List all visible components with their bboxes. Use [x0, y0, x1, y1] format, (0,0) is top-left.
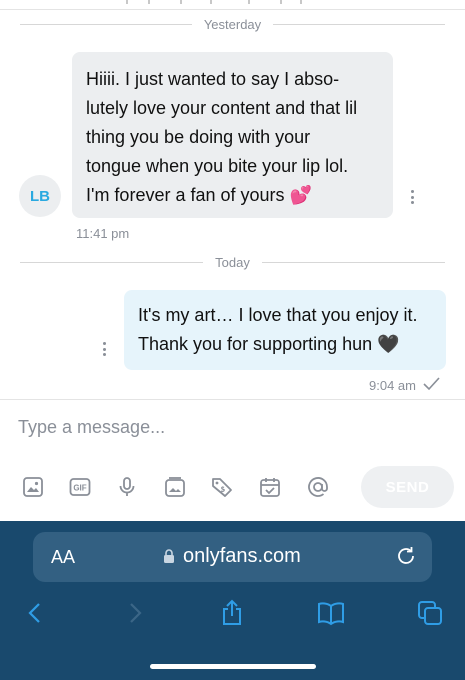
message-options-icon[interactable] — [98, 340, 110, 358]
forward-icon[interactable] — [118, 596, 152, 630]
message-options-icon[interactable] — [406, 188, 418, 206]
mention-icon[interactable] — [305, 474, 331, 500]
address-bar[interactable]: AA onlyfans.com — [33, 532, 432, 582]
url-display[interactable]: onlyfans.com — [163, 545, 301, 568]
calendar-icon[interactable] — [257, 474, 283, 500]
microphone-icon[interactable] — [114, 474, 140, 500]
gif-icon[interactable]: GIF — [67, 474, 93, 500]
gif-label: GIF — [73, 484, 86, 493]
tabs-icon[interactable] — [413, 596, 447, 630]
price-tag-icon[interactable] — [209, 474, 235, 500]
message-line: lutely love your content and that lil — [86, 98, 358, 118]
home-indicator[interactable] — [150, 664, 316, 669]
reader-settings-button[interactable]: AA — [51, 547, 75, 568]
message-timestamp: 9:04 am — [369, 378, 416, 393]
incoming-message-bubble[interactable]: Hiiii. I just wanted to say I abso- lute… — [72, 52, 393, 218]
message-line: I'm forever a fan of yours 💕 — [86, 185, 312, 205]
share-icon[interactable] — [215, 596, 249, 630]
image-icon[interactable] — [20, 474, 46, 500]
vault-icon[interactable] — [162, 474, 188, 500]
message-input[interactable] — [18, 412, 438, 442]
lock-icon — [164, 549, 174, 563]
send-button[interactable]: SEND — [361, 466, 454, 508]
message-line: thing you be doing with your — [86, 127, 311, 147]
message-line: tongue when you bite your lip lol. — [86, 156, 349, 176]
date-divider-label: Today — [215, 254, 250, 270]
read-check-icon — [423, 377, 440, 391]
message-line: Thank you for supporting hun 🖤 — [138, 334, 400, 354]
date-divider-label: Yesterday — [203, 16, 262, 32]
avatar[interactable]: LB — [19, 175, 61, 217]
message-timestamp: 11:41 pm — [76, 226, 130, 241]
date-divider-today: Today — [0, 252, 465, 272]
date-divider-yesterday: Yesterday — [0, 14, 465, 34]
bookmarks-icon[interactable] — [314, 596, 348, 630]
scroll-top-edge — [0, 0, 465, 10]
outgoing-message-bubble[interactable]: It's my art… I love that you enjoy it. T… — [124, 290, 446, 370]
back-icon[interactable] — [18, 596, 52, 630]
url-domain-text: onlyfans.com — [183, 545, 301, 567]
message-line: It's my art… I love that you enjoy it. — [138, 305, 418, 325]
reload-icon[interactable] — [394, 544, 418, 568]
message-line: Hiiii. I just wanted to say I abso- — [86, 69, 340, 89]
composer-divider — [0, 399, 465, 400]
